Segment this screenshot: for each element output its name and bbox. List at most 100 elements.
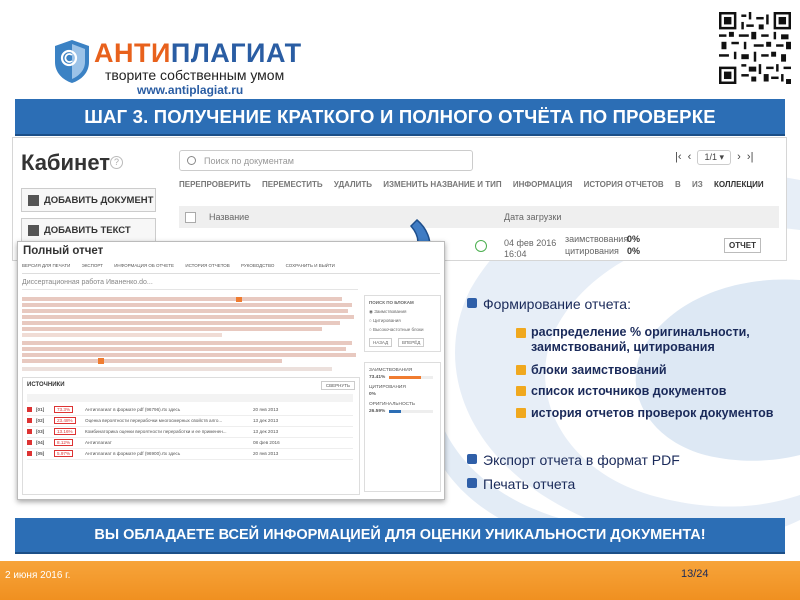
sub-bullet-history-text: история отчетов проверок документов — [531, 406, 774, 420]
report-text-highlighted — [22, 297, 358, 373]
qr-code-icon — [719, 12, 791, 84]
source-name: Комбинаторика оценки вероятности перераб… — [85, 429, 227, 434]
divider — [22, 289, 358, 290]
delete-button[interactable]: УДАЛИТЬ — [334, 180, 372, 189]
back-button[interactable]: НАЗАД — [369, 338, 393, 347]
source-number: [05] — [36, 451, 45, 456]
site-url: www.antiplagiat.ru — [137, 83, 244, 97]
option-borrowings[interactable]: ◉ Заимствования — [369, 309, 406, 315]
sources-panel: ИСТОЧНИКИ СВЕРНУТЬ [01] 73.3% Антиплагиат … — [22, 377, 360, 495]
next-page-icon[interactable]: › — [737, 151, 741, 163]
collections-button[interactable]: КОЛЛЕКЦИИ — [714, 180, 764, 189]
forward-button[interactable]: ВПЕРЁД — [398, 338, 425, 347]
select-all-checkbox[interactable] — [185, 212, 196, 223]
full-report-title: Полный отчет — [23, 245, 104, 257]
sub-bullet-distribution: распределение % оригинальности, заимство… — [516, 325, 786, 355]
rename-button[interactable]: ИЗМЕНИТЬ НАЗВАНИЕ И ТИП — [383, 180, 501, 189]
step-title-banner: ШАГ 3. ПОЛУЧЕНИЕ КРАТКОГО И ПОЛНОГО ОТЧЁ… — [15, 99, 785, 136]
logo-tagline: творите собственным умом — [105, 67, 285, 83]
source-percent: 23.48% — [54, 417, 76, 424]
page-select[interactable]: 1/1 ▾ — [697, 150, 731, 165]
source-checkbox[interactable] — [27, 407, 32, 412]
source-number: [01] — [36, 407, 45, 412]
add-text-button[interactable]: ДОБАВИТЬ ТЕКСТ — [21, 218, 156, 242]
to-collection-button[interactable]: В — [675, 180, 681, 189]
source-date: 20 янв 2013 — [253, 407, 279, 412]
add-document-button[interactable]: ДОБАВИТЬ ДОКУМЕНТ — [21, 188, 156, 212]
logo-title-part2: ПЛАГИАТ — [170, 38, 302, 68]
source-name: Оценка вероятности перерабочки многосмер… — [85, 418, 223, 423]
help-icon[interactable]: ? — [110, 156, 123, 169]
cabinet-toolbar: ПЕРЕПРОВЕРИТЬ ПЕРЕМЕСТИТЬ УДАЛИТЬ ИЗМЕНИ… — [179, 180, 779, 196]
source-date: 08 фев 2016 — [253, 440, 280, 445]
row-borrow-value: 0% — [627, 234, 641, 244]
block-search-title: ПОИСК ПО БЛОКАМ — [369, 300, 414, 305]
source-checkbox[interactable] — [27, 429, 32, 434]
bullet-marker-icon — [467, 298, 477, 308]
source-checkbox[interactable] — [27, 440, 32, 445]
from-collection-button[interactable]: ИЗ — [692, 180, 703, 189]
stat-orig-value: 26.59% — [369, 409, 386, 414]
sub-bullet-sources: список источников документов — [516, 384, 786, 398]
source-percent: 73.3% — [54, 406, 74, 413]
report-button[interactable]: ОТЧЕТ — [724, 238, 761, 253]
bullet-marker-icon — [467, 454, 477, 464]
originality-bar-fill — [389, 410, 401, 413]
conclusion-banner: ВЫ ОБЛАДАЕТЕ ВСЕЙ ИНФОРМАЦИЕЙ ДЛЯ ОЦЕНКИ… — [15, 518, 785, 554]
column-name: Название — [209, 212, 250, 222]
option-citations[interactable]: ○ Цитирования — [369, 318, 401, 323]
block-search-panel: ПОИСК ПО БЛОКАМ ◉ Заимствования ○ Цитиро… — [364, 295, 441, 352]
source-percent: 8.12% — [54, 439, 74, 446]
source-name: Антиплагиат в формате pdf (96796).rtx зд… — [85, 407, 181, 412]
stats-panel: ЗАИМСТВОВАНИЯ 73.41% ЦИТИРОВАНИЯ 0% ОРИГ… — [364, 362, 441, 492]
search-input[interactable]: Поиск по документам — [179, 150, 473, 171]
search-placeholder: Поиск по документам — [204, 156, 294, 166]
pager: |‹ ‹ 1/1 ▾ › ›| — [675, 150, 753, 165]
source-row[interactable]: [04] 8.12% Антиплагиат 08 фев 2016 — [27, 438, 353, 449]
save-exit-button[interactable]: СОХРАНИТЬ И ВЫЙТИ — [286, 263, 335, 268]
source-percent: 5.97% — [54, 450, 74, 457]
sub-bullet-marker-icon — [516, 328, 526, 338]
source-checkbox[interactable] — [27, 451, 32, 456]
last-page-icon[interactable]: ›| — [747, 151, 754, 163]
source-row[interactable]: [05] 5.97% Антиплагиат в формате pdf (9690… — [27, 449, 353, 460]
info-button[interactable]: ИНФОРМАЦИЯ — [513, 180, 573, 189]
footer-date: 2 июня 2016 г. — [5, 570, 71, 581]
sub-bullet-marker-icon — [516, 365, 526, 375]
text-icon — [28, 225, 39, 236]
first-page-icon[interactable]: |‹ — [675, 151, 682, 163]
bullet-marker-icon — [467, 478, 477, 488]
export-button[interactable]: ЭКСПОРТ — [82, 263, 103, 268]
report-info-button[interactable]: ИНФОРМАЦИЯ ОБ ОТЧЕТЕ — [114, 263, 174, 268]
source-date: 13 дек 2013 — [253, 418, 279, 423]
source-name: Антиплагиат — [85, 440, 112, 445]
stat-borrow-value: 73.41% — [369, 375, 386, 380]
row-cite-label: цитирования — [565, 246, 619, 256]
report-history-button[interactable]: ИСТОРИЯ ОТЧЕТОВ — [185, 263, 229, 268]
sub-bullet-marker-icon — [516, 408, 526, 418]
source-row[interactable]: [01] 73.3% Антиплагиат в формате pdf (9679… — [27, 405, 353, 416]
guide-button[interactable]: РУКОВОДСТВО — [241, 263, 274, 268]
row-borrow-label: заимствования — [565, 234, 629, 244]
sub-bullet-blocks: блоки заимствований — [516, 363, 786, 377]
move-button[interactable]: ПЕРЕМЕСТИТЬ — [262, 180, 323, 189]
divider — [22, 273, 440, 274]
sub-bullet-marker-icon — [516, 386, 526, 396]
logo-title-part1: АНТИ — [94, 38, 171, 68]
documents-table-header: Название Дата загрузки — [179, 206, 779, 228]
stat-cite-value: 0% — [369, 392, 376, 397]
print-version-button[interactable]: ВЕРСИЯ ДЛЯ ПЕЧАТИ — [22, 263, 70, 268]
source-row[interactable]: [03] 13.16% Комбинаторика оценки вероятнос… — [27, 427, 353, 438]
cabinet-title: Кабинет — [21, 150, 111, 175]
option-frequent-blocks[interactable]: ○ Высокочастотные блоки — [369, 327, 424, 332]
stat-orig-label: ОРИГИНАЛЬНОСТЬ — [369, 402, 416, 407]
report-history-button[interactable]: ИСТОРИЯ ОТЧЕТОВ — [584, 180, 664, 189]
row-time: 16:04 — [504, 249, 527, 259]
source-checkbox[interactable] — [27, 418, 32, 423]
recheck-button[interactable]: ПЕРЕПРОВЕРИТЬ — [179, 180, 251, 189]
prev-page-icon[interactable]: ‹ — [688, 151, 692, 163]
column-date: Дата загрузки — [504, 212, 562, 222]
source-row[interactable]: [02] 23.48% Оценка вероятности перерабочки… — [27, 416, 353, 427]
borrow-bar-fill — [389, 376, 422, 379]
collapse-button[interactable]: СВЕРНУТЬ — [320, 381, 355, 390]
